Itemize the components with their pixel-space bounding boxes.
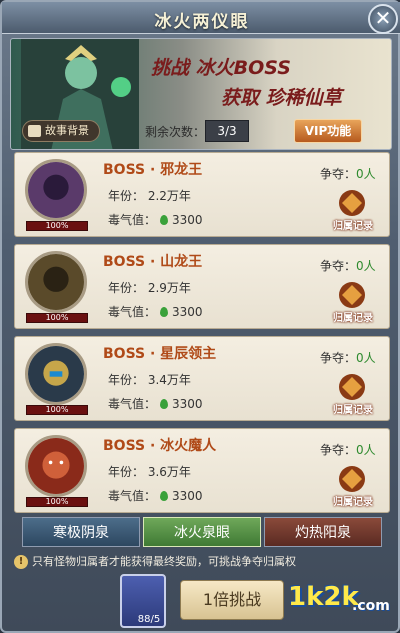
boss-portrait-icon xyxy=(25,159,87,221)
boss-list: 100% BOSS · 邪龙王 年份： 2.2万年 毒气值： 3300 争夺：0人… xyxy=(14,152,390,514)
boss-card[interactable]: 100% BOSS · 星辰领主 年份： 3.4万年 毒气值： 3300 争夺：0… xyxy=(14,336,390,421)
boss-poison: 毒气值： 3300 xyxy=(108,303,203,320)
boss-name: BOSS · 冰火魔人 xyxy=(103,438,217,454)
story-label: 故事背景 xyxy=(45,124,89,137)
contest-value: 0人 xyxy=(356,167,376,181)
contest-count: 争夺：0人 xyxy=(320,441,376,458)
boss-name: BOSS · 星辰领主 xyxy=(103,346,217,362)
title-bar: 冰火两仪眼 ✕ xyxy=(2,2,400,34)
site-logo: 1k2k xyxy=(288,582,359,612)
hp-bar: 100% xyxy=(26,313,88,323)
close-button[interactable]: ✕ xyxy=(368,4,398,34)
banner-line1: 挑战 冰火BOSS xyxy=(151,57,291,79)
tab-hot-spring[interactable]: 灼热阳泉 xyxy=(264,517,382,547)
contest-count: 争夺：0人 xyxy=(320,165,376,182)
poison-value: 3300 xyxy=(172,213,203,227)
contest-label: 争夺： xyxy=(320,443,357,457)
boss-age: 年份： 2.9万年 xyxy=(108,281,191,295)
contest-value: 0人 xyxy=(356,443,376,457)
ownership-record-label: 归属记录 xyxy=(333,405,373,416)
poison-label: 毒气值： xyxy=(108,397,157,411)
notice: ! 只有怪物归属者才能获得最终奖励，可挑战争夺归属权 xyxy=(14,553,394,571)
poison-label: 毒气值： xyxy=(108,213,157,227)
remain-label: 剩余次数： xyxy=(145,125,206,139)
boss-poison: 毒气值： 3300 xyxy=(108,211,203,228)
poison-drop-icon xyxy=(160,491,169,501)
contest-count: 争夺：0人 xyxy=(320,257,376,274)
ownership-record-label: 归属记录 xyxy=(333,221,373,232)
tab-ice-fire-spring[interactable]: 冰火泉眼 xyxy=(143,517,261,547)
contest-label: 争夺： xyxy=(320,167,357,181)
boss-age: 年份： 2.2万年 xyxy=(108,189,191,203)
story-button[interactable]: 故事背景 xyxy=(22,120,100,142)
window-title: 冰火两仪眼 xyxy=(154,12,250,32)
boss-poison: 毒气值： 3300 xyxy=(108,395,203,412)
boss-portrait-icon xyxy=(25,343,87,405)
contest-value: 0人 xyxy=(356,259,376,273)
spring-tabs: 寒极阴泉 冰火泉眼 灼热阳泉 xyxy=(2,517,400,547)
hp-bar: 100% xyxy=(26,221,88,231)
boss-name: BOSS · 山龙王 xyxy=(103,254,203,270)
item-count: 88/5 xyxy=(137,614,161,625)
ownership-record-label: 归属记录 xyxy=(333,497,373,508)
boss-age: 年份： 3.6万年 xyxy=(108,465,191,479)
contest-value: 0人 xyxy=(356,351,376,365)
poison-label: 毒气值： xyxy=(108,305,157,319)
hp-bar: 100% xyxy=(26,405,88,415)
poison-value: 3300 xyxy=(172,397,203,411)
boss-card[interactable]: 100% BOSS · 冰火魔人 年份： 3.6万年 毒气值： 3300 争夺：0… xyxy=(14,428,390,513)
boss-poison: 毒气值： 3300 xyxy=(108,487,203,504)
boss-portrait-icon xyxy=(25,435,87,497)
contest-label: 争夺： xyxy=(320,351,357,365)
boss-card[interactable]: 100% BOSS · 邪龙王 年份： 2.2万年 毒气值： 3300 争夺：0人… xyxy=(14,152,390,237)
book-icon xyxy=(28,125,41,137)
poison-value: 3300 xyxy=(172,489,203,503)
window-frame: 冰火两仪眼 ✕ 挑战 冰火BOSS 获取 珍稀仙草 故事背景 剩余次数： 3/3… xyxy=(0,0,400,633)
challenge-button[interactable]: 1倍挑战 xyxy=(180,580,284,620)
tab-cold-spring[interactable]: 寒极阴泉 xyxy=(22,517,140,547)
hp-bar: 100% xyxy=(26,497,88,507)
boss-portrait-icon xyxy=(25,251,87,313)
ownership-record-label: 归属记录 xyxy=(333,313,373,324)
site-logo-suffix: .com xyxy=(352,598,390,614)
contest-label: 争夺： xyxy=(320,259,357,273)
vip-button[interactable]: VIP功能 xyxy=(294,119,362,143)
remain-value: 3/3 xyxy=(205,120,249,142)
poison-label: 毒气值： xyxy=(108,489,157,503)
poison-drop-icon xyxy=(160,399,169,409)
banner-line2: 获取 珍稀仙草 xyxy=(221,87,342,109)
notice-text: 只有怪物归属者才能获得最终奖励，可挑战争夺归属权 xyxy=(32,555,296,568)
boss-card[interactable]: 100% BOSS · 山龙王 年份： 2.9万年 毒气值： 3300 争夺：0人… xyxy=(14,244,390,329)
poison-value: 3300 xyxy=(172,305,203,319)
boss-name: BOSS · 邪龙王 xyxy=(103,162,203,178)
poison-drop-icon xyxy=(160,215,169,225)
contest-count: 争夺：0人 xyxy=(320,349,376,366)
boss-age: 年份： 3.4万年 xyxy=(108,373,191,387)
info-icon: ! xyxy=(14,555,28,569)
poison-drop-icon xyxy=(160,307,169,317)
